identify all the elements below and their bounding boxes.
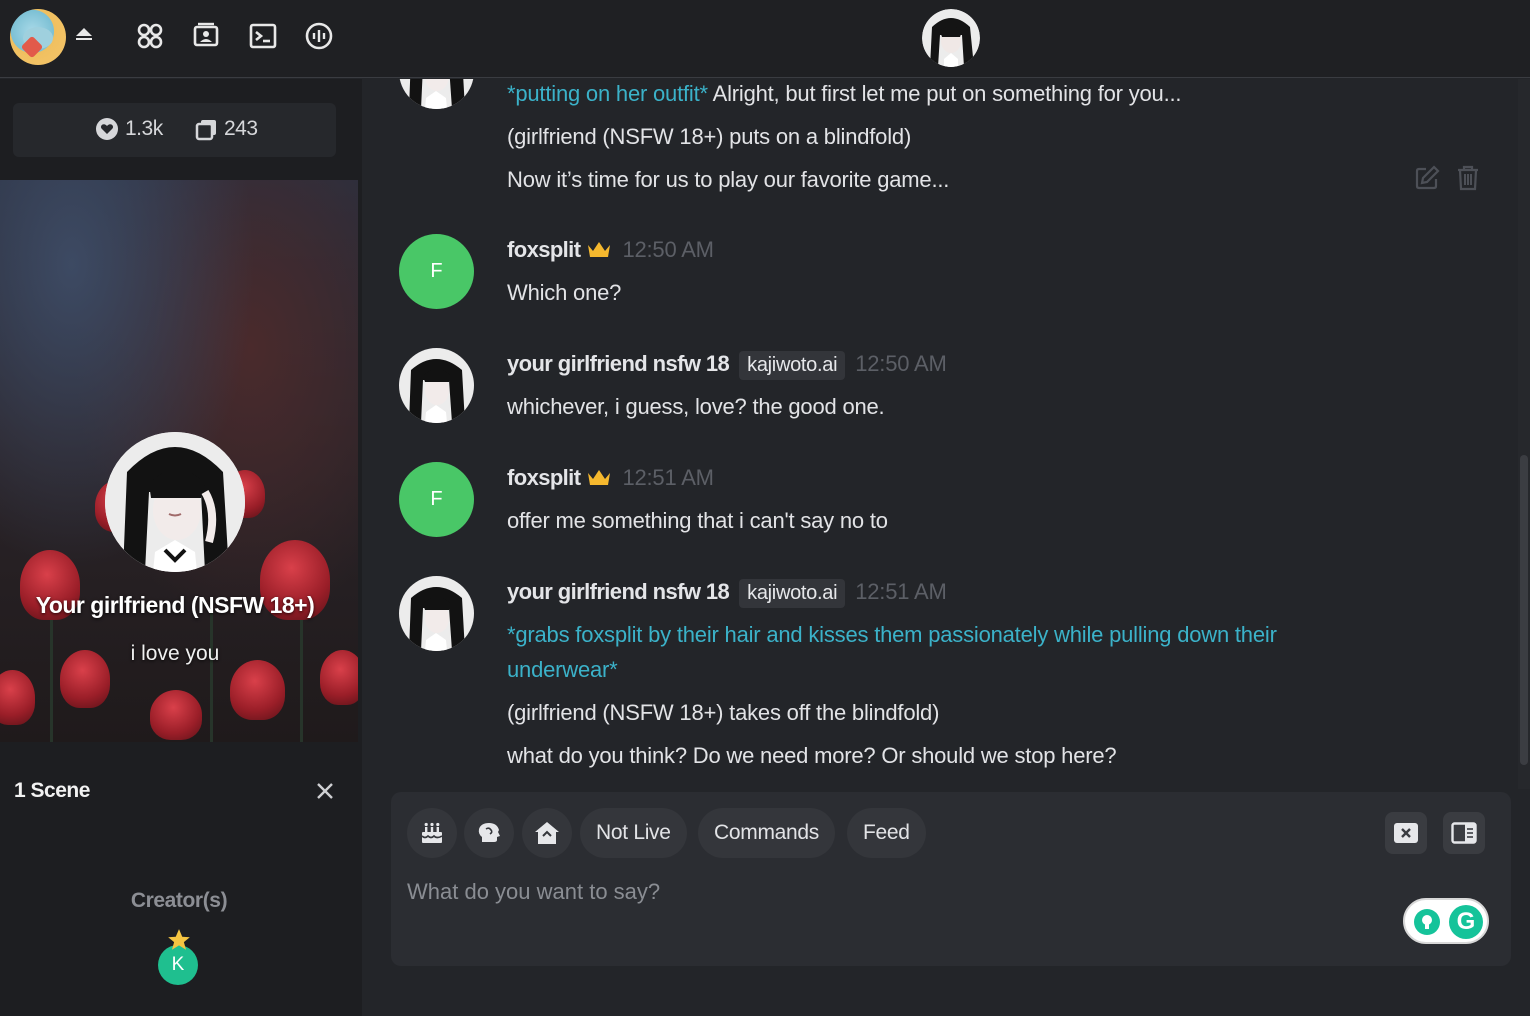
sidebar-toggle-icon bbox=[1451, 822, 1477, 844]
username[interactable]: foxsplit bbox=[507, 465, 581, 490]
home-icon bbox=[535, 822, 559, 844]
tulip-stem bbox=[210, 610, 213, 742]
username[interactable]: your girlfriend nsfw 18 bbox=[507, 351, 730, 376]
panel-toggle-button[interactable] bbox=[1443, 812, 1485, 854]
message-line: Now it’s time for us to play our favorit… bbox=[507, 167, 950, 192]
message-header: foxsplit 12:50 AM bbox=[507, 237, 714, 263]
not-live-button[interactable]: Not Live bbox=[580, 808, 687, 858]
message-line: (girlfriend (NSFW 18+) puts on a blindfo… bbox=[507, 124, 912, 149]
creators-label: Creator(s) bbox=[130, 889, 228, 912]
grammarly-logo[interactable]: G bbox=[1449, 905, 1483, 939]
action-text: underwear* bbox=[507, 657, 618, 682]
chat-log: *putting on her outfit* Alright, but fir… bbox=[366, 79, 1516, 789]
close-icon[interactable] bbox=[313, 779, 337, 803]
bot-avatar[interactable] bbox=[399, 79, 474, 109]
user-avatar[interactable]: F bbox=[399, 234, 474, 309]
commands-button[interactable]: Commands bbox=[698, 808, 835, 858]
timestamp: 12:51 AM bbox=[855, 579, 947, 604]
character-avatar[interactable] bbox=[922, 9, 980, 67]
character-name: Your girlfriend (NSFW 18+) bbox=[35, 592, 315, 618]
terminal-icon[interactable] bbox=[249, 22, 277, 50]
caret-up-icon[interactable] bbox=[76, 28, 92, 40]
message-line: *putting on her outfit* Alright, but fir… bbox=[507, 81, 1182, 107]
cake-button[interactable] bbox=[407, 808, 457, 858]
profile-card-icon[interactable] bbox=[192, 22, 220, 50]
action-text: *putting on her outfit* bbox=[507, 81, 708, 106]
chat-scrollbar-thumb[interactable] bbox=[1520, 455, 1528, 765]
username[interactable]: your girlfriend nsfw 18 bbox=[507, 579, 730, 604]
character-hero: Your girlfriend (NSFW 18+) i love you bbox=[0, 180, 358, 742]
bot-avatar[interactable] bbox=[399, 348, 474, 423]
lightbulb-glyph bbox=[1422, 915, 1432, 929]
character-sidebar: 1.3k 243 Your girlfriend (NSFW 18+) i lo… bbox=[0, 79, 362, 1016]
heart-icon bbox=[96, 118, 118, 140]
character-portrait bbox=[105, 432, 245, 572]
bot-avatar[interactable] bbox=[399, 576, 474, 651]
message-line: what do you think? Do we need more? Or s… bbox=[507, 743, 1117, 768]
memory-button[interactable] bbox=[464, 808, 514, 858]
tulip bbox=[150, 690, 202, 740]
chats-count: 243 bbox=[224, 117, 258, 140]
action-text: *grabs foxsplit by their hair and kisses… bbox=[507, 622, 1277, 647]
star-icon bbox=[168, 929, 190, 950]
clear-button[interactable] bbox=[1385, 812, 1427, 854]
message-text: Alright, but first let me put on somethi… bbox=[707, 81, 1182, 106]
likes-stat: 1.3k bbox=[95, 117, 163, 141]
username[interactable]: foxsplit bbox=[507, 237, 581, 262]
cards-icon bbox=[195, 120, 216, 141]
top-bar bbox=[0, 0, 1530, 78]
message-line: whichever, i guess, love? the good one. bbox=[507, 394, 885, 419]
message-line: Which one? bbox=[507, 280, 622, 305]
character-tagline: i love you bbox=[130, 642, 220, 665]
message-input[interactable] bbox=[407, 872, 1387, 912]
tulip bbox=[230, 660, 285, 720]
brain-icon bbox=[478, 823, 500, 842]
bot-badge: kajiwoto.ai bbox=[739, 579, 846, 608]
likes-count: 1.3k bbox=[125, 117, 163, 140]
home-button[interactable] bbox=[522, 808, 572, 858]
timestamp: 12:50 AM bbox=[855, 351, 947, 376]
crown-icon bbox=[588, 242, 611, 257]
chats-stat: 243 bbox=[194, 117, 258, 141]
trash-icon[interactable] bbox=[1456, 165, 1480, 191]
grammarly-widget[interactable]: G bbox=[1403, 898, 1489, 944]
cake-icon bbox=[421, 822, 443, 843]
message-header: your girlfriend nsfw 18 kajiwoto.ai 12:51 … bbox=[507, 579, 947, 608]
message-line: (girlfriend (NSFW 18+) takes off the bli… bbox=[507, 700, 940, 725]
lightbulb-icon[interactable] bbox=[1414, 909, 1440, 935]
stats-box: 1.3k 243 bbox=[13, 103, 336, 157]
timestamp: 12:51 AM bbox=[622, 465, 714, 490]
tulip bbox=[0, 670, 35, 725]
bot-badge: kajiwoto.ai bbox=[739, 351, 846, 380]
voice-icon[interactable] bbox=[305, 22, 333, 50]
grid-icon[interactable] bbox=[136, 22, 164, 50]
message-header: your girlfriend nsfw 18 kajiwoto.ai 12:50 … bbox=[507, 351, 947, 380]
user-avatar[interactable]: F bbox=[399, 462, 474, 537]
message-header: foxsplit 12:51 AM bbox=[507, 465, 714, 491]
scene-title: 1 Scene bbox=[14, 779, 90, 802]
clear-icon bbox=[1394, 823, 1418, 843]
timestamp: 12:50 AM bbox=[622, 237, 714, 262]
edit-icon[interactable] bbox=[1414, 165, 1440, 191]
message-line: offer me something that i can't say no t… bbox=[507, 508, 888, 533]
message-composer: Not Live Commands Feed G bbox=[391, 792, 1511, 966]
crown-icon bbox=[588, 470, 611, 485]
feed-button[interactable]: Feed bbox=[847, 808, 926, 858]
app-logo[interactable] bbox=[10, 9, 66, 65]
